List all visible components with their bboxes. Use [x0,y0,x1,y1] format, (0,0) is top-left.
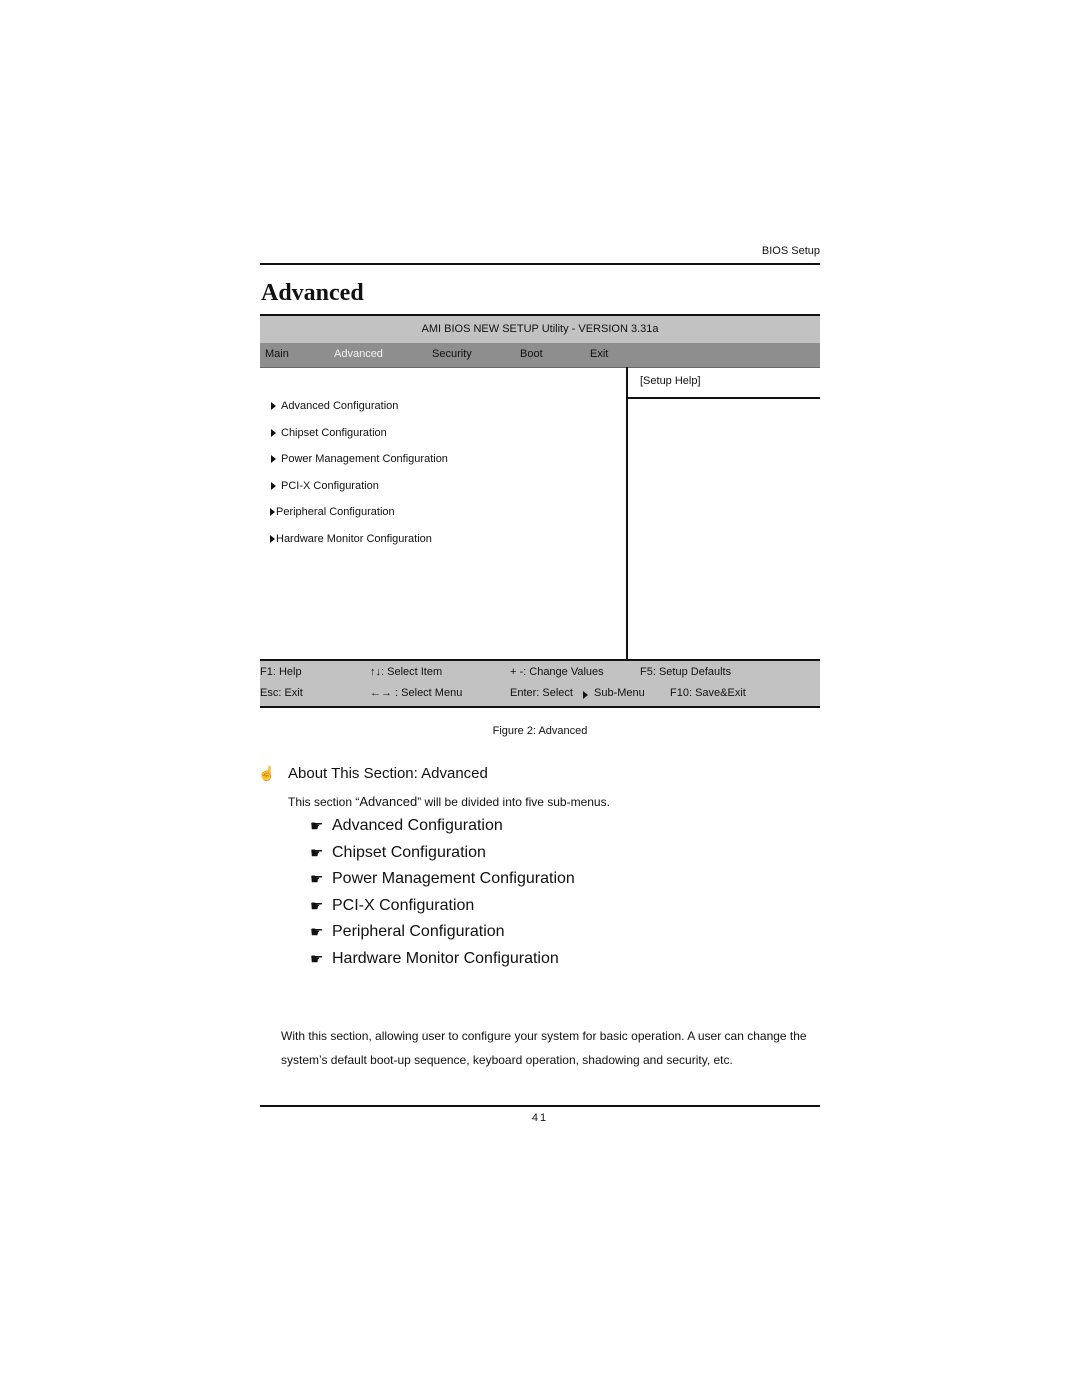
header-rule [260,263,820,265]
page-title: Advanced [261,280,364,306]
pointing-hand-left-icon: ☛ [310,898,324,915]
submenu-item: ☛ Power Management Configuration [310,870,575,888]
about-heading: ☝ About This Section: Advanced [258,765,488,782]
pointing-hand-left-icon: ☛ [310,818,324,835]
setup-help-label: [Setup Help] [640,375,701,387]
menu-item-label: Chipset Configuration [281,427,387,439]
bios-key-legend: F1: Help ↑↓: Select Item + -: Change Val… [260,659,820,708]
running-head: BIOS Setup [761,245,820,257]
menu-item-power-management-configuration[interactable]: Power Management Configuration [271,453,448,465]
intro-prefix: This section “ [288,795,360,809]
intro-suffix: ” will be divided into five sub-menus. [417,795,610,809]
about-heading-text: About This Section: Advanced [288,765,488,782]
submenu-item: ☛ Chipset Configuration [310,844,486,862]
pointing-hand-up-icon: ☝ [258,765,276,781]
submenu-item: ☛ Hardware Monitor Configuration [310,950,559,968]
menu-item-label: Power Management Configuration [281,453,448,465]
key-f1-help: F1: Help [260,666,302,678]
bios-tab-bar: Main Advanced Security Boot Exit [260,343,820,368]
menu-item-pcix-configuration[interactable]: PCI-X Configuration [271,480,379,492]
tab-advanced[interactable]: Advanced [334,343,383,366]
body-paragraph: With this section, allowing user to conf… [281,1029,807,1067]
footer-rule [260,1105,820,1107]
figure-caption: Figure 2: Advanced [492,725,588,737]
menu-item-advanced-configuration[interactable]: Advanced Configuration [271,400,398,412]
key-enter-select: Enter: Select [510,687,573,699]
submenu-label: Hardware Monitor Configuration [332,950,559,967]
bios-title-bar: AMI BIOS NEW SETUP Utility - VERSION 3.3… [260,314,820,344]
triangle-right-icon [271,482,276,490]
menu-item-peripheral-configuration[interactable]: Peripheral Configuration [270,506,395,518]
menu-item-hardware-monitor-configuration[interactable]: Hardware Monitor Configuration [270,533,432,545]
key-esc-exit: Esc: Exit [260,687,303,699]
tab-boot[interactable]: Boot [520,343,543,366]
pointing-hand-left-icon: ☛ [310,924,324,941]
submenu-label: Power Management Configuration [332,870,575,887]
triangle-right-icon [271,429,276,437]
submenu-item: ☛ Advanced Configuration [310,817,503,835]
intro-text: This section “Advanced” will be divided … [288,794,610,809]
tab-security[interactable]: Security [432,343,472,366]
menu-item-label: Peripheral Configuration [276,506,395,518]
intro-quoted: Advanced [359,794,418,809]
bios-screenshot: AMI BIOS NEW SETUP Utility - VERSION 3.3… [260,314,820,708]
submenu-item: ☛ PCI-X Configuration [310,897,474,915]
key-sub-menu: Sub-Menu [594,687,645,699]
menu-item-label: Hardware Monitor Configuration [276,533,432,545]
submenu-label: Chipset Configuration [332,844,486,861]
triangle-right-icon [271,402,276,410]
key-f10-save-exit: F10: Save&Exit [670,687,746,699]
panel-divider [626,367,628,660]
help-rule [627,397,820,399]
key-change-values: + -: Change Values [510,666,604,678]
triangle-right-icon [270,508,275,516]
menu-item-label: Advanced Configuration [281,400,399,412]
submenu-label: Peripheral Configuration [332,923,505,940]
pointing-hand-left-icon: ☛ [310,845,324,862]
tab-main[interactable]: Main [265,343,289,366]
pointing-hand-left-icon: ☛ [310,871,324,888]
pointing-hand-left-icon: ☛ [310,951,324,968]
triangle-right-icon [583,691,588,699]
submenu-label: Advanced Configuration [332,817,503,834]
submenu-label: PCI-X Configuration [332,897,475,914]
submenu-item: ☛ Peripheral Configuration [310,923,505,941]
triangle-right-icon [271,455,276,463]
key-select-menu: ←→ : Select Menu [370,687,463,699]
triangle-right-icon [270,535,275,543]
tab-exit[interactable]: Exit [590,343,608,366]
key-select-item: ↑↓: Select Item [370,666,443,678]
menu-item-label: PCI-X Configuration [281,480,379,492]
key-f5-defaults: F5: Setup Defaults [640,666,732,678]
menu-item-chipset-configuration[interactable]: Chipset Configuration [271,427,387,439]
page-number: 41 [531,1112,549,1124]
